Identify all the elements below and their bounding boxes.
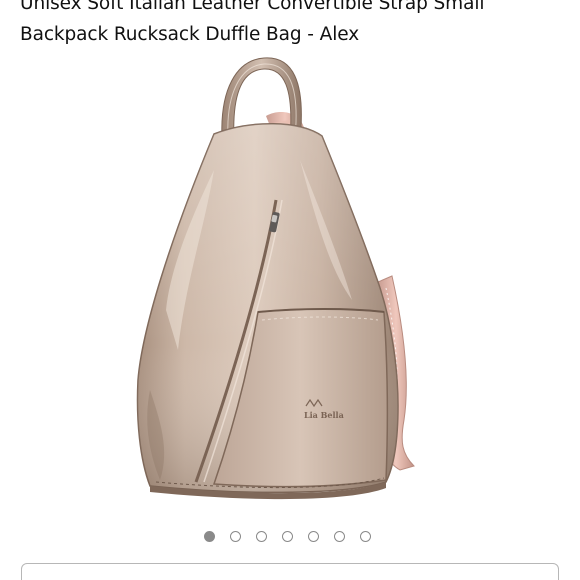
- carousel-dot-5[interactable]: [307, 531, 319, 542]
- carousel-indicators: [0, 531, 577, 547]
- carousel-dot-1[interactable]: [203, 531, 215, 542]
- product-image-gallery[interactable]: Lia Bella: [0, 50, 580, 520]
- product-title: Unisex Soft Italian Leather Convertible …: [20, 0, 485, 45]
- carousel-dot-7[interactable]: [359, 531, 371, 542]
- variant-select-box[interactable]: [21, 563, 559, 580]
- product-page: Unisex Soft Italian Leather Convertible …: [0, 0, 580, 580]
- carousel-dot-2[interactable]: [229, 531, 241, 542]
- brand-logo-text: Lia Bella: [304, 410, 344, 420]
- backpack-image[interactable]: Lia Bella: [0, 50, 580, 520]
- carousel-dot-4[interactable]: [281, 531, 293, 542]
- carousel-dot-6[interactable]: [333, 531, 345, 542]
- carousel-dot-3[interactable]: [255, 531, 267, 542]
